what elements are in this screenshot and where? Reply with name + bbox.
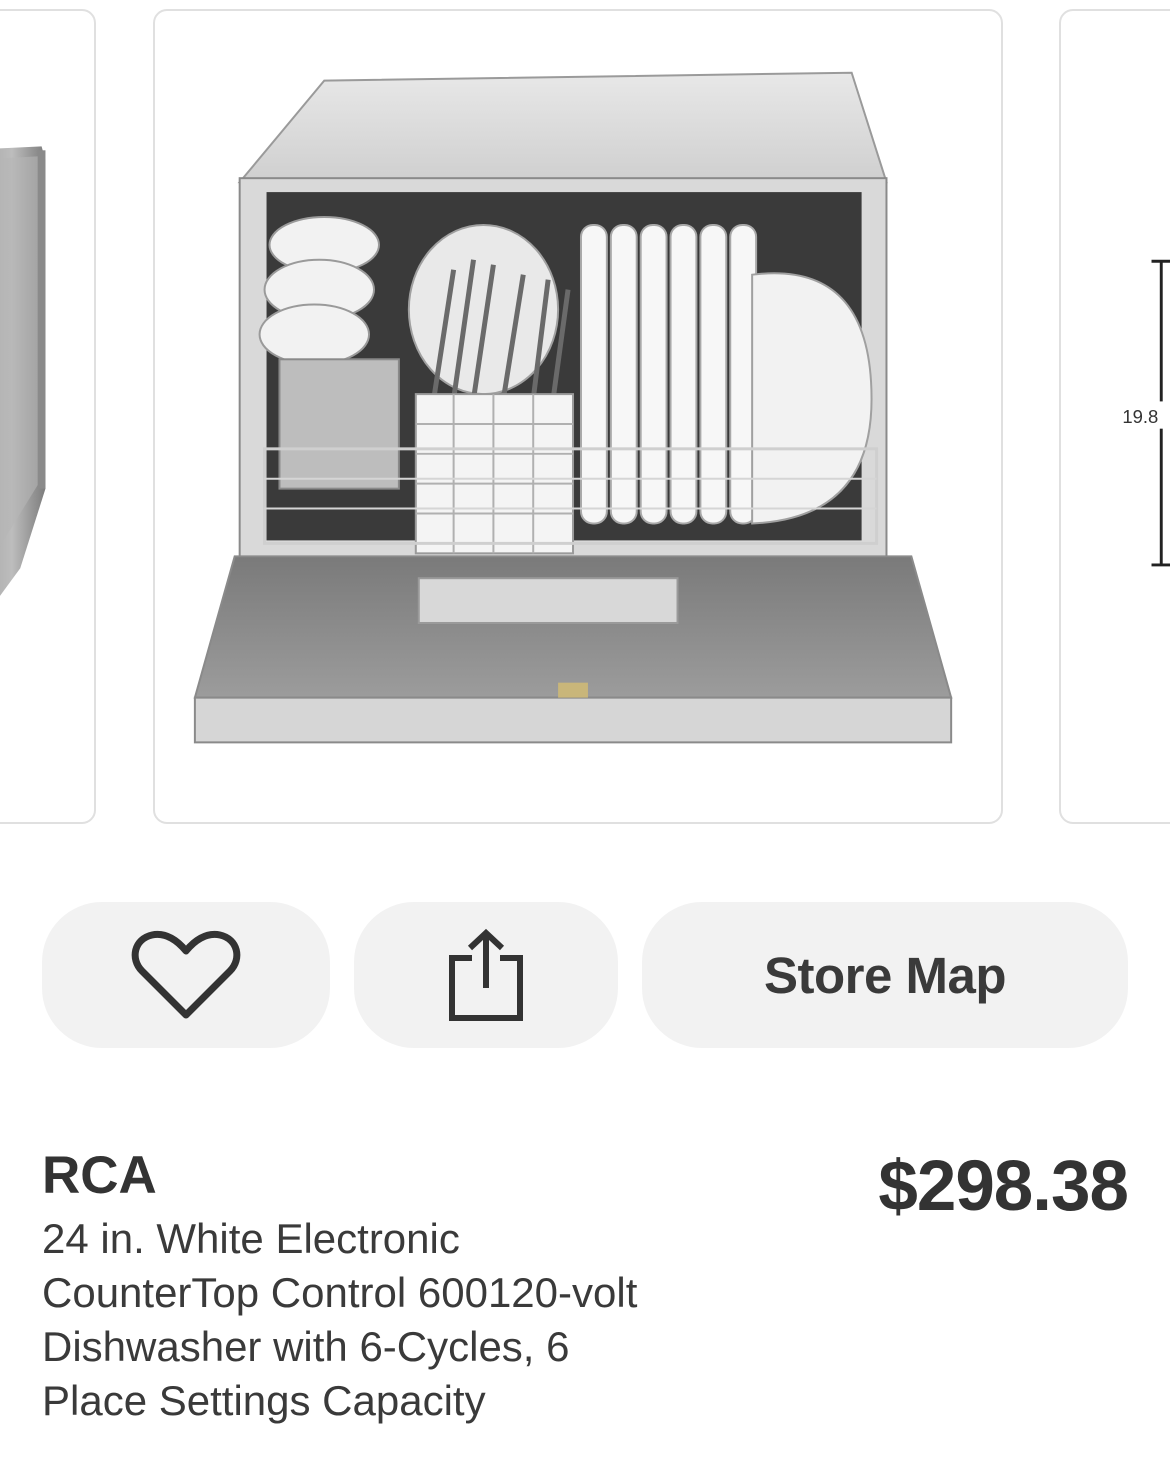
favorite-button[interactable]: [42, 902, 330, 1048]
product-image-card-next[interactable]: 19.8: [1059, 9, 1170, 824]
product-brand: RCA: [42, 1146, 157, 1205]
product-price: $298.38: [878, 1147, 1129, 1226]
share-button[interactable]: [354, 902, 618, 1048]
product-image-card-previous[interactable]: [0, 9, 96, 824]
share-icon: [449, 928, 523, 1021]
dishwasher-dimensions-image: 19.8: [1119, 259, 1170, 567]
product-title: 24 in. White Electronic CounterTop Contr…: [42, 1215, 638, 1424]
dishwasher-open-loaded-image: [193, 71, 953, 744]
dishwasher-side-view-image: [0, 146, 46, 596]
heart-icon: [131, 930, 241, 1019]
product-image-card-current[interactable]: [153, 9, 1003, 824]
dimension-label: 19.8: [1122, 406, 1158, 427]
store-map-label: Store Map: [763, 946, 1007, 1004]
store-map-button[interactable]: Store Map: [642, 902, 1128, 1048]
